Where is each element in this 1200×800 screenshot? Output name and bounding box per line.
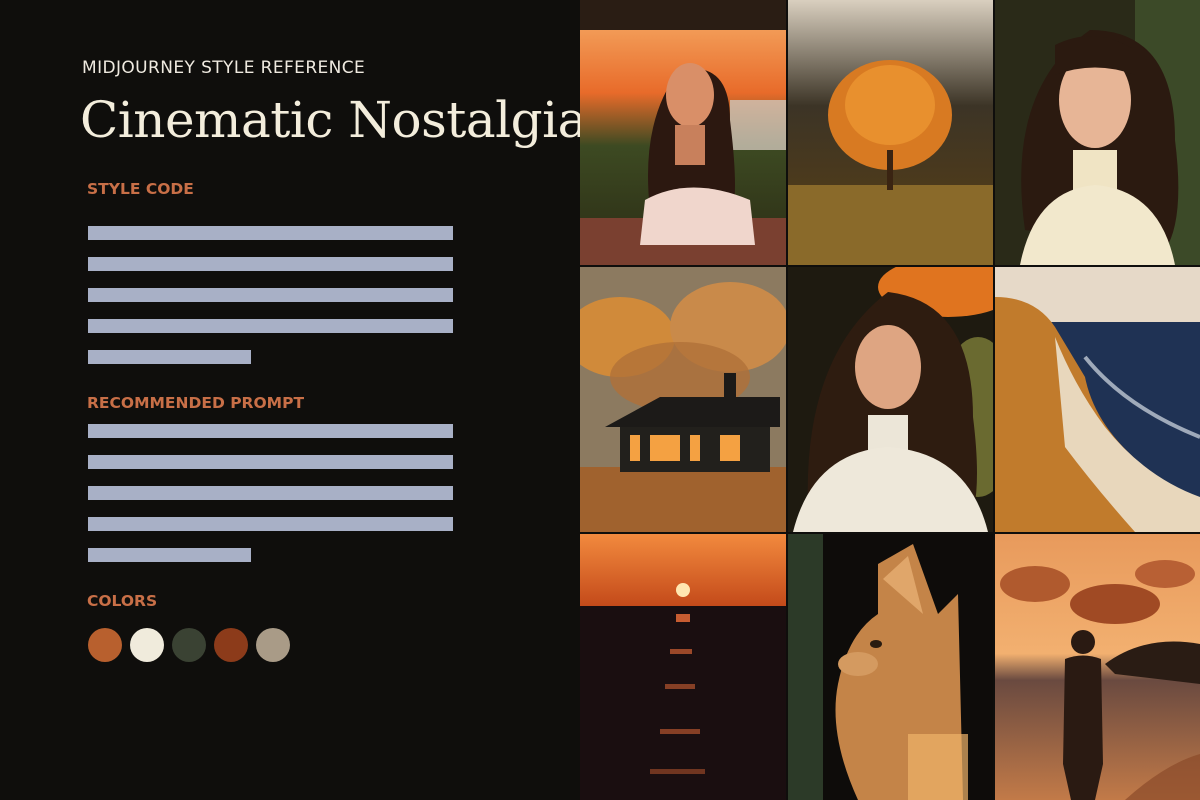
- color-swatch: [88, 628, 122, 662]
- landscape-photo-icon: [788, 0, 993, 265]
- prompt-placeholder-line: [88, 486, 453, 500]
- color-swatch: [130, 628, 164, 662]
- colors-label: COLORS: [87, 592, 158, 610]
- photo-ocean-sunset: [580, 534, 786, 800]
- landscape-photo-icon: [580, 534, 786, 800]
- page-title: Cinematic Nostalgia: [80, 91, 587, 149]
- portrait-photo-icon: [788, 267, 993, 532]
- style-code-placeholder-line: [88, 226, 453, 240]
- prompt-placeholder-line: [88, 548, 251, 562]
- style-code-placeholder-line: [88, 319, 453, 333]
- style-code-placeholder-line: [88, 288, 453, 302]
- color-swatch: [214, 628, 248, 662]
- prompt-placeholder-line: [88, 517, 453, 531]
- photo-silhouette-beach-sunset: [995, 534, 1200, 800]
- photo-autumn-tree-field: [788, 0, 993, 265]
- landscape-photo-icon: [995, 267, 1200, 532]
- prompt-placeholder-line: [88, 455, 453, 469]
- landscape-photo-icon: [580, 267, 786, 532]
- image-gallery: [580, 0, 1200, 800]
- photo-cabin-autumn-forest: [580, 267, 786, 532]
- portrait-photo-icon: [580, 0, 786, 265]
- prompt-placeholder-line: [88, 424, 453, 438]
- photo-woman-sunset-porch: [580, 0, 786, 265]
- photo-beach-coastline: [995, 267, 1200, 532]
- photo-woman-turtleneck-closeup: [995, 0, 1200, 265]
- color-swatch: [256, 628, 290, 662]
- page-subtitle: MIDJOURNEY STYLE REFERENCE: [82, 58, 366, 78]
- photo-cat-profile: [788, 534, 993, 800]
- landscape-photo-icon: [995, 534, 1200, 800]
- recommended-prompt-label: RECOMMENDED PROMPT: [87, 394, 305, 412]
- photo-woman-white-sweater: [788, 267, 993, 532]
- animal-photo-icon: [788, 534, 993, 800]
- style-code-placeholder-line: [88, 350, 251, 364]
- style-code-placeholder-line: [88, 257, 453, 271]
- info-panel: MIDJOURNEY STYLE REFERENCE Cinematic Nos…: [0, 0, 587, 800]
- color-swatch: [172, 628, 206, 662]
- style-code-label: STYLE CODE: [87, 180, 194, 198]
- portrait-photo-icon: [995, 0, 1200, 265]
